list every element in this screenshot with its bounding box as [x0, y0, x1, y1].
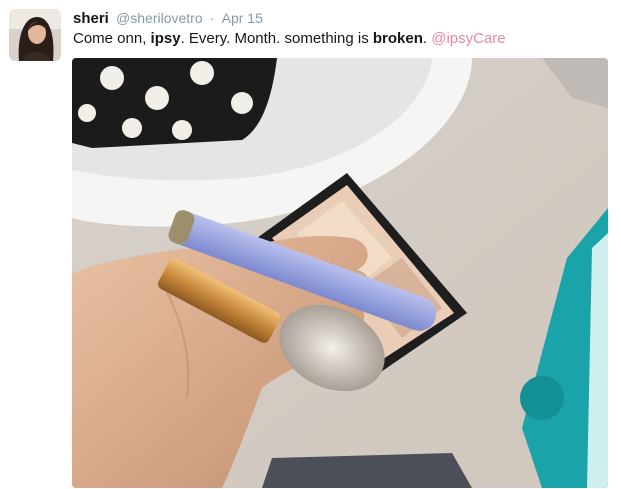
tweet-photo[interactable] — [72, 58, 608, 488]
separator-dot: · — [209, 10, 215, 26]
photo-broken-makeup-brush — [72, 58, 608, 488]
tweet-text-part: . — [422, 30, 432, 47]
tweet-text-bold: ipsy — [150, 30, 181, 47]
tweet-header: sheri @sherilovetro · Apr 15 — [73, 9, 263, 27]
tweet-text-part: . Every. Month. something is — [180, 30, 373, 47]
display-name[interactable]: sheri — [73, 10, 109, 27]
tweet: sheri @sherilovetro · Apr 15 Come onn, i… — [0, 0, 621, 489]
avatar-image — [9, 9, 61, 61]
mention-link[interactable]: @ipsyCare — [431, 30, 505, 47]
tweet-text-part: Come onn, — [73, 30, 151, 47]
username-handle[interactable]: @sherilovetro — [116, 10, 203, 26]
tweet-timestamp[interactable]: Apr 15 — [222, 10, 263, 26]
avatar[interactable] — [9, 9, 61, 61]
tweet-text-bold: broken — [372, 30, 423, 47]
tweet-text: Come onn, ipsy. Every. Month. something … — [73, 30, 506, 48]
